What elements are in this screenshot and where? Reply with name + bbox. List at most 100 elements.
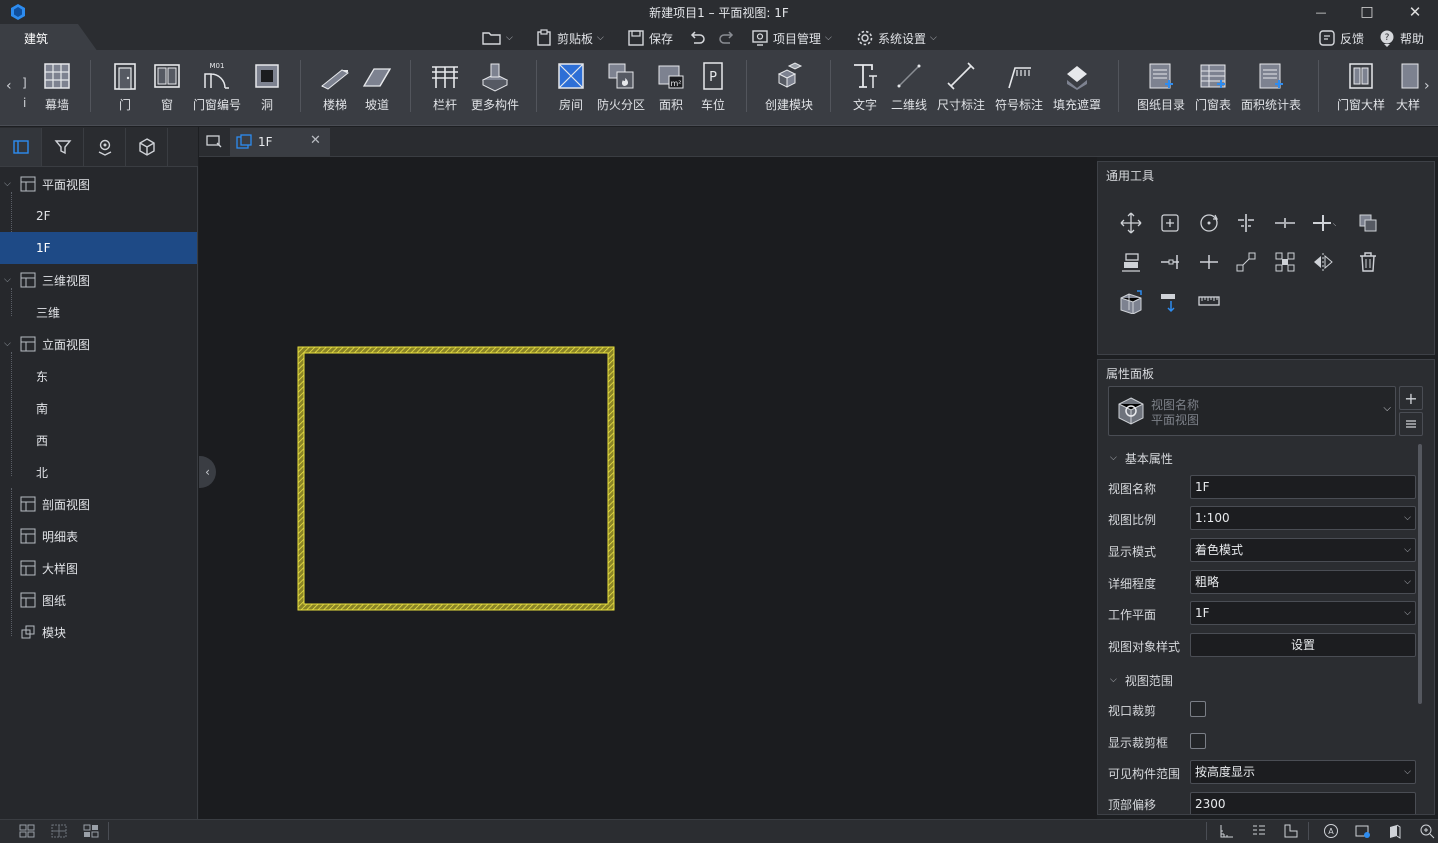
type-selector[interactable]: 视图名称 平面视图 ⌵ (1108, 386, 1396, 436)
fill-mask-button[interactable]: 填充遮罩 (1052, 58, 1102, 116)
tree-item-east[interactable]: 东 (0, 360, 197, 392)
mirror-icon[interactable] (1310, 249, 1336, 275)
railing-button[interactable]: 栏杆 (428, 58, 462, 116)
view-name-field[interactable]: 1F (1190, 475, 1416, 499)
detail-button[interactable]: 大样 (1394, 58, 1422, 116)
work-plane-select[interactable]: 1F ⌵ (1190, 601, 1416, 625)
array-copy-icon[interactable] (1355, 210, 1381, 236)
delete-icon[interactable] (1355, 249, 1381, 275)
scale-icon[interactable] (1233, 249, 1259, 275)
object-style-settings-button[interactable]: 设置 (1190, 633, 1416, 657)
more-components-button[interactable]: 更多构件 (470, 58, 520, 116)
clipboard-button[interactable]: 剪贴板 ⌵ (535, 28, 604, 48)
show-crop-checkbox[interactable] (1190, 733, 1206, 749)
measure-icon[interactable] (1218, 822, 1236, 840)
ramp-button[interactable]: 坡道 (360, 58, 394, 116)
curtain-wall-button[interactable]: 幕墙 (38, 58, 76, 116)
layout-tile-icon[interactable] (82, 822, 100, 840)
fire-zone-button[interactable]: 防火分区 (596, 58, 646, 116)
area-schedule-button[interactable]: 面积统计表 (1240, 58, 1302, 116)
parking-button[interactable]: P 车位 (696, 58, 730, 116)
system-settings-button[interactable]: 系统设置 ⌵ (856, 28, 937, 48)
rotate-icon[interactable] (1196, 210, 1222, 236)
tree-item-north[interactable]: 北 (0, 456, 197, 488)
cube-view-icon[interactable] (1386, 822, 1404, 840)
tree-item-elevation-views[interactable]: ⌵ 立面视图 (0, 328, 197, 360)
layout-grid-icon[interactable] (50, 822, 68, 840)
list-view-icon[interactable] (1250, 822, 1268, 840)
tree-item-1f[interactable]: 1F (0, 232, 197, 264)
visible-range-select[interactable]: 按高度显示 ⌵ (1190, 760, 1416, 784)
section-view-range[interactable]: ⌵ 视图范围 (1110, 670, 1173, 690)
tab-model[interactable] (126, 128, 168, 166)
tree-item-modules[interactable]: 模块 (0, 616, 197, 648)
minimize-button[interactable]: — (1298, 0, 1344, 24)
tree-item-plan-views[interactable]: ⌵ 平面视图 (0, 168, 197, 200)
symbol-annotation-button[interactable]: 符号标注 (994, 58, 1044, 116)
copy-icon[interactable] (1157, 210, 1183, 236)
ribbon-scroll-left[interactable]: ‹ (6, 78, 12, 94)
tree-item-2f[interactable]: 2F (0, 200, 197, 232)
tab-list-icon[interactable] (206, 134, 222, 148)
tab-family[interactable] (84, 128, 126, 166)
tab-filter[interactable] (42, 128, 84, 166)
2d-line-button[interactable]: 二维线 (888, 58, 930, 116)
close-tab-icon[interactable]: ✕ (310, 133, 321, 148)
open-button[interactable]: ⌵ (482, 28, 513, 48)
window-button[interactable]: 窗 (150, 58, 184, 116)
feedback-button[interactable]: 反馈 (1318, 28, 1364, 48)
tree-item-schedules[interactable]: 明细表 (0, 520, 197, 552)
floor-plan-walls[interactable] (199, 157, 1097, 819)
properties-scrollbar[interactable] (1418, 444, 1422, 704)
tree-item-south[interactable]: 南 (0, 392, 197, 424)
text-button[interactable]: 文字 (848, 58, 882, 116)
add-type-button[interactable]: + (1399, 386, 1423, 410)
tree-item-section-views[interactable]: 剖面视图 (0, 488, 197, 520)
trim-icon[interactable] (1157, 249, 1183, 275)
view-scale-select[interactable]: 1:100 ⌵ (1190, 506, 1416, 530)
tree-item-3d-views[interactable]: ⌵ 三维视图 (0, 264, 197, 296)
detail-level-select[interactable]: 粗略 ⌵ (1190, 570, 1416, 594)
door-window-schedule-button[interactable]: 门窗表 (1194, 58, 1232, 116)
stairs-button[interactable]: 楼梯 (318, 58, 352, 116)
edit-type-button[interactable] (1399, 412, 1423, 436)
ribbon-scroll-right[interactable]: › (1424, 78, 1430, 94)
tree-item-sheets[interactable]: 图纸 (0, 584, 197, 616)
image-icon[interactable] (1354, 822, 1372, 840)
3d-view-icon[interactable] (1118, 288, 1144, 314)
tree-item-3d[interactable]: 三维 (0, 296, 197, 328)
sheet-index-button[interactable]: 图纸目录 (1136, 58, 1186, 116)
opening-button[interactable]: 洞 (252, 58, 282, 116)
measure-height-icon[interactable] (1157, 288, 1183, 314)
split-icon[interactable] (1272, 210, 1298, 236)
extend-icon[interactable] (1196, 249, 1222, 275)
tree-item-detail-views[interactable]: 大样图 (0, 552, 197, 584)
ruler-icon[interactable] (1196, 288, 1222, 314)
room-button[interactable]: 房间 (554, 58, 588, 116)
undo-button[interactable] (688, 28, 706, 48)
door-window-detail-button[interactable]: 门窗大样 (1336, 58, 1386, 116)
top-offset-field[interactable]: 2300 (1190, 792, 1416, 814)
crop-view-checkbox[interactable] (1190, 701, 1206, 717)
dimension-button[interactable]: 尺寸标注 (936, 58, 986, 116)
display-mode-select[interactable]: 着色模式 ⌵ (1190, 538, 1416, 562)
section-basic-properties[interactable]: ⌵ 基本属性 (1110, 448, 1173, 468)
move-icon[interactable] (1118, 210, 1144, 236)
tab-views[interactable] (0, 128, 42, 166)
layout-single-icon[interactable] (18, 822, 36, 840)
project-management-button[interactable]: 项目管理 ⌵ (751, 28, 832, 48)
save-button[interactable]: 保存 (627, 28, 673, 48)
close-button[interactable]: ✕ (1392, 0, 1438, 24)
zoom-fit-icon[interactable] (1418, 822, 1436, 840)
tree-item-west[interactable]: 西 (0, 424, 197, 456)
door-window-tag-button[interactable]: M01 门窗编号 (192, 58, 242, 116)
align-bottom-icon[interactable] (1118, 249, 1144, 275)
redo-button[interactable] (718, 28, 736, 48)
create-module-button[interactable]: 创建模块 (764, 58, 814, 116)
align-icon[interactable] (1233, 210, 1259, 236)
tab-1f[interactable]: 1F ✕ (230, 128, 330, 156)
offset-icon[interactable]: ⌵ (1310, 210, 1336, 236)
floor-plan-icon[interactable] (1282, 822, 1300, 840)
area-button[interactable]: m² 面积 (654, 58, 688, 116)
drawing-canvas[interactable] (199, 157, 1097, 819)
